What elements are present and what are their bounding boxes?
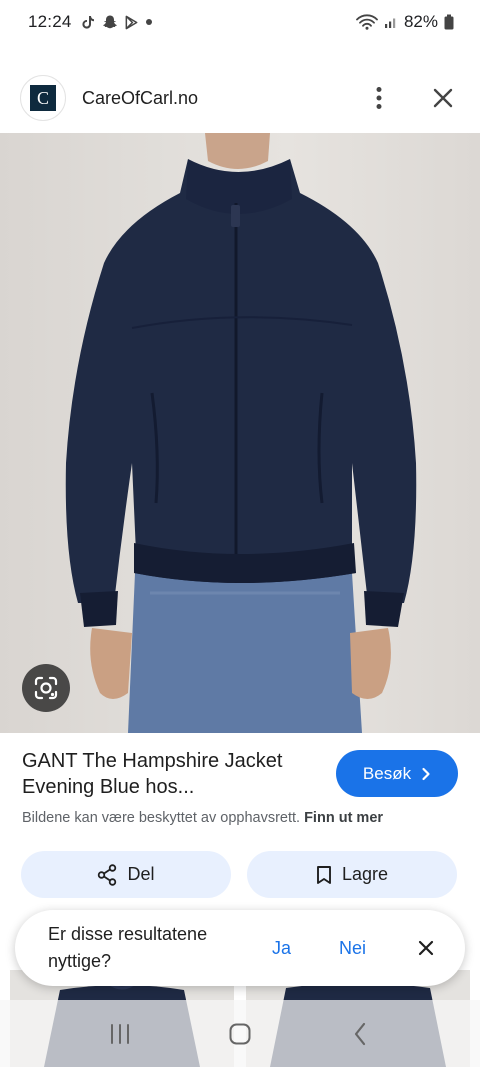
recent-apps-icon: [111, 1023, 129, 1044]
close-icon: [418, 940, 434, 956]
close-icon: [433, 88, 453, 108]
status-bar: 12:24 82%: [0, 0, 480, 44]
wifi-icon: [356, 14, 378, 30]
feedback-yes-button[interactable]: Ja: [272, 938, 291, 959]
share-icon: [98, 863, 117, 886]
back-button[interactable]: [330, 1014, 390, 1054]
notification-icons: [80, 14, 153, 30]
product-title[interactable]: GANT The Hampshire Jacket Evening Blue h…: [22, 748, 332, 800]
feedback-close-button[interactable]: [411, 933, 441, 963]
feedback-question: Er disse resultatene nyttige?: [48, 924, 208, 971]
google-lens-button[interactable]: [22, 664, 70, 712]
recent-apps-button[interactable]: [90, 1014, 150, 1054]
close-button[interactable]: [426, 81, 460, 115]
system-navigation-bar: [0, 1000, 480, 1067]
more-options-button[interactable]: [362, 81, 396, 115]
product-info: GANT The Hampshire Jacket Evening Blue h…: [22, 748, 332, 800]
feedback-no-button[interactable]: Nei: [339, 938, 366, 959]
copyright-notice: Bildene kan være beskyttet av opphavsret…: [22, 810, 383, 826]
share-label: Del: [127, 864, 155, 884]
signal-icon: [384, 15, 398, 29]
learn-more-link[interactable]: Finn ut mer: [304, 810, 383, 826]
google-lens-icon: [34, 676, 58, 700]
copyright-text: Bildene kan være beskyttet av opphavsret…: [22, 810, 301, 826]
save-label: Lagre: [341, 864, 389, 884]
jacket-photo: [65, 133, 417, 733]
visit-button[interactable]: Besøk: [336, 750, 458, 797]
dot-icon: [145, 18, 153, 26]
product-image[interactable]: [0, 133, 480, 733]
home-button[interactable]: [210, 1014, 270, 1054]
site-logo-mark: C: [30, 85, 56, 111]
source-header: C CareOfCarl.no: [0, 64, 480, 132]
status-time: 12:24: [28, 12, 72, 31]
feedback-card: Er disse resultatene nyttige? Ja Nei: [15, 910, 465, 986]
visit-label: Besøk: [362, 763, 412, 783]
battery-icon: [444, 14, 454, 30]
chevron-right-icon: [422, 767, 430, 780]
save-button[interactable]: Lagre: [247, 851, 457, 898]
play-store-icon: [124, 15, 139, 30]
bookmark-icon: [317, 865, 331, 884]
share-button[interactable]: Del: [21, 851, 231, 898]
battery-percentage: 82%: [403, 12, 438, 31]
site-logo[interactable]: C: [20, 75, 66, 121]
back-icon: [354, 1022, 366, 1045]
more-vert-icon: [376, 87, 382, 109]
home-icon: [229, 1023, 251, 1044]
site-name[interactable]: CareOfCarl.no: [82, 88, 198, 109]
snapchat-icon: [102, 14, 118, 30]
tiktok-icon: [80, 14, 96, 30]
